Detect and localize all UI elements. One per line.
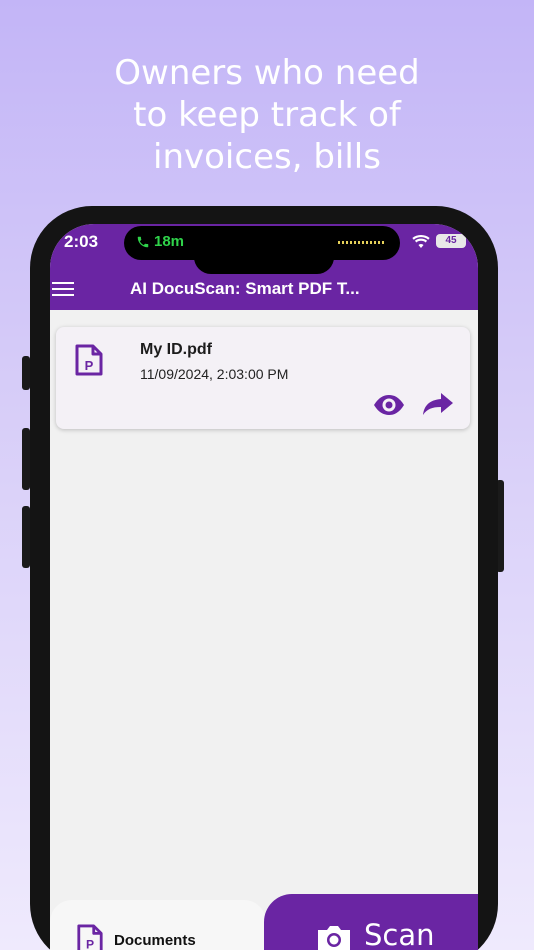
phone-frame: 2:03 18m 45 AI DocuScan: Smart PDF T... …	[30, 206, 498, 950]
phone-screen: 2:03 18m 45 AI DocuScan: Smart PDF T... …	[50, 224, 478, 950]
bottom-navigation: P Documents Scan	[50, 894, 478, 950]
app-title: AI DocuScan: Smart PDF T...	[130, 279, 360, 298]
headline-line-1: Owners who need	[114, 53, 420, 93]
status-time: 2:03	[64, 232, 99, 251]
headline-line-3: invoices, bills	[153, 137, 381, 177]
wifi-icon	[412, 235, 430, 248]
tab-scan-label: Scan	[364, 918, 435, 950]
volume-down-button	[22, 506, 30, 568]
call-duration: 18m	[154, 233, 185, 250]
eye-icon[interactable]	[372, 393, 406, 417]
menu-icon[interactable]	[52, 282, 74, 296]
marketing-headline: Owners who need to keep track of invoice…	[0, 52, 534, 178]
svg-text:P: P	[86, 937, 94, 950]
phone-call-icon	[137, 236, 149, 248]
mute-switch	[22, 356, 30, 390]
volume-up-button	[22, 428, 30, 490]
share-icon[interactable]	[422, 391, 454, 417]
audio-waveform	[338, 241, 386, 244]
headline-line-2: to keep track of	[133, 95, 401, 135]
app-header: 2:03 18m 45 AI DocuScan: Smart PDF T...	[50, 224, 478, 310]
svg-text:P: P	[85, 358, 94, 373]
tab-documents[interactable]: P Documents	[50, 900, 266, 950]
document-card[interactable]: P My ID.pdf 11/09/2024, 2:03:00 PM	[56, 327, 470, 429]
battery-icon: 45	[436, 234, 466, 248]
document-date: 11/09/2024, 2:03:00 PM	[140, 366, 289, 382]
pdf-file-icon: P	[75, 344, 103, 376]
document-name: My ID.pdf	[140, 341, 212, 358]
documents-icon: P	[77, 924, 103, 950]
camera-icon	[318, 926, 350, 950]
tab-scan[interactable]: Scan	[264, 894, 478, 950]
tab-documents-label: Documents	[114, 932, 196, 949]
dynamic-island	[194, 240, 334, 274]
